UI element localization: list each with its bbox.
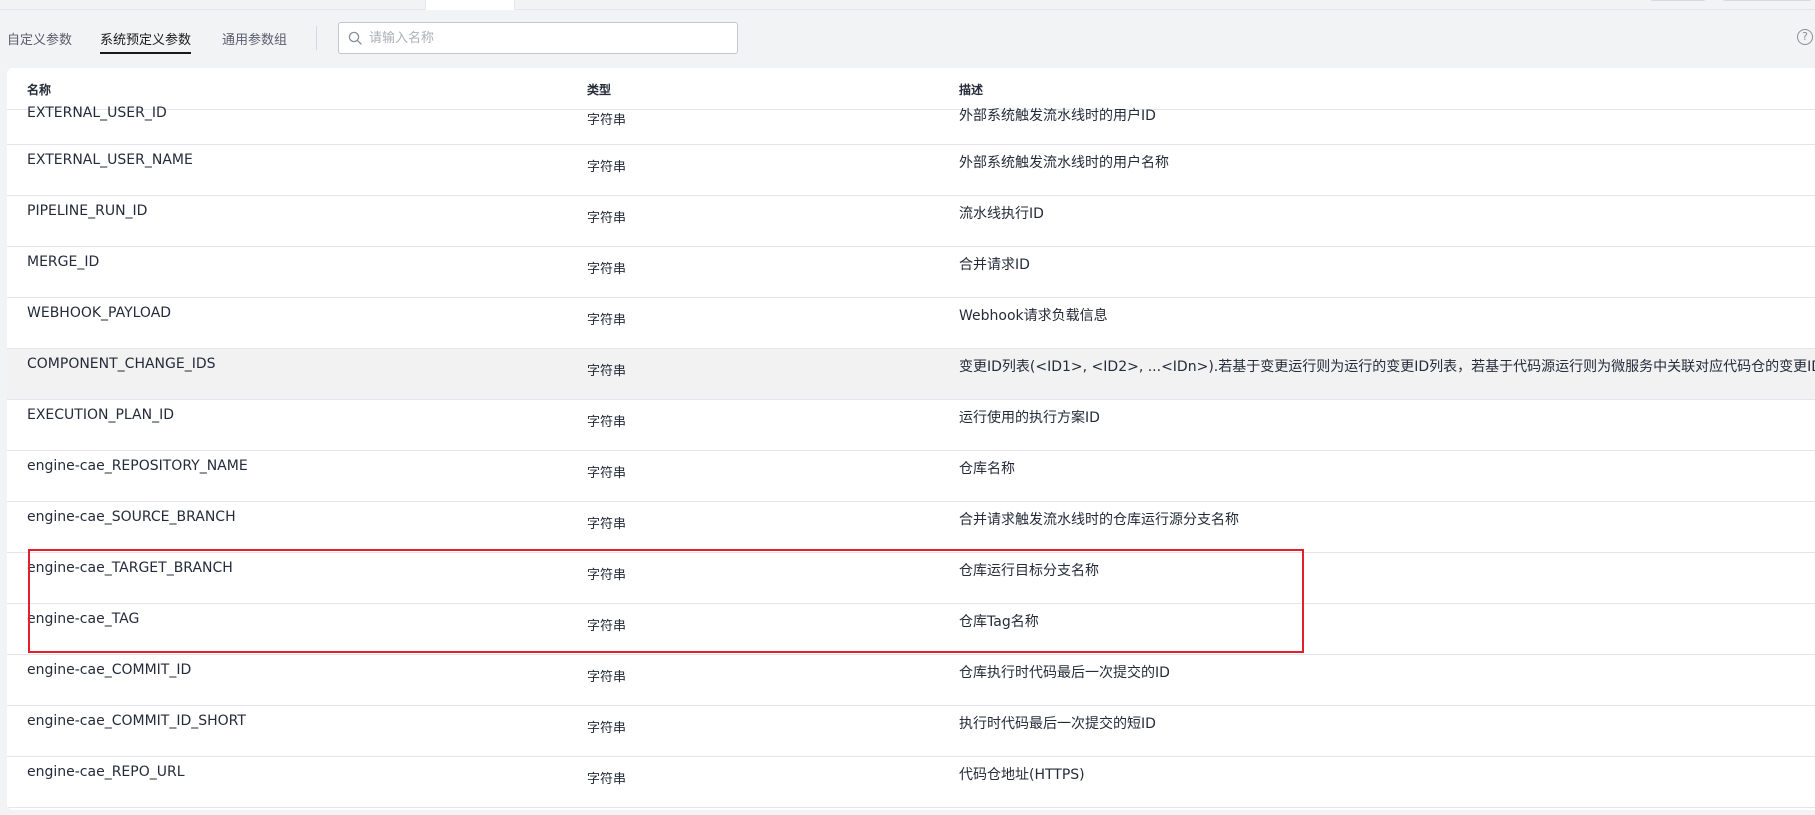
param-description: 仓库执行时代码最后一次提交的ID	[959, 665, 1170, 681]
param-name: engine-cae_COMMIT_ID	[27, 662, 192, 678]
table-header: 名称 类型 描述	[7, 68, 1815, 110]
param-name: WEBHOOK_PAYLOAD	[27, 305, 172, 321]
table-row[interactable]: WEBHOOK_PAYLOAD 字符串 Webhook请求负载信息	[7, 298, 1815, 349]
table-row-hovered[interactable]: COMPONENT_CHANGE_IDS 字符串 变更ID列表(<ID1>, <…	[7, 349, 1815, 400]
param-name: engine-cae_TARGET_BRANCH	[27, 560, 233, 576]
param-type: 字符串	[587, 415, 627, 430]
param-name: engine-cae_REPO_URL	[27, 764, 185, 780]
table-row[interactable]: PIPELINE_RUN_ID 字符串 流水线执行ID	[7, 196, 1815, 247]
table-row[interactable]: engine-cae_REPOSITORY_NAME 字符串 仓库名称	[7, 451, 1815, 502]
table-row[interactable]: engine-cae_SOURCE_BRANCH 字符串 合并请求触发流水线时的…	[7, 502, 1815, 553]
parameter-table: 名称 类型 描述 EXTERNAL_USER_ID 字符串 外部系统触发流水线时…	[7, 68, 1815, 810]
param-type: 字符串	[587, 721, 627, 736]
toolbar-divider	[316, 26, 317, 50]
table-body: EXTERNAL_USER_ID 字符串 外部系统触发流水线时的用户ID EXT…	[7, 105, 1815, 808]
param-description: 仓库运行目标分支名称	[959, 563, 1099, 579]
param-name: engine-cae_SOURCE_BRANCH	[27, 509, 236, 525]
param-type: 字符串	[587, 364, 627, 379]
param-type: 字符串	[587, 466, 627, 481]
param-description: 仓库Tag名称	[959, 614, 1039, 630]
column-header-description: 描述	[959, 83, 984, 97]
param-description: 运行使用的执行方案ID	[959, 410, 1100, 426]
search-input[interactable]	[369, 28, 729, 48]
param-name: engine-cae_COMMIT_ID_SHORT	[27, 713, 246, 729]
parameter-toolbar: 自定义参数 系统预定义参数 通用参数组 ?	[0, 10, 1815, 68]
param-description: 变更ID列表(<ID1>, <ID2>, ...<IDn>).若基于变更运行则为…	[959, 359, 1815, 375]
tab-common-param-groups[interactable]: 通用参数组	[222, 29, 287, 48]
param-name: COMPONENT_CHANGE_IDS	[27, 356, 216, 372]
column-header-type: 类型	[587, 83, 612, 97]
top-action-button[interactable]	[1650, 0, 1706, 1]
param-name: EXECUTION_PLAN_ID	[27, 407, 174, 423]
param-description: 外部系统触发流水线时的用户名称	[959, 155, 1169, 171]
param-name: MERGE_ID	[27, 254, 100, 270]
param-type: 字符串	[587, 772, 627, 787]
column-header-name: 名称	[27, 83, 52, 97]
table-row[interactable]: EXTERNAL_USER_NAME 字符串 外部系统触发流水线时的用户名称	[7, 145, 1815, 196]
param-type: 字符串	[587, 670, 627, 685]
top-tab-strip	[0, 0, 1815, 10]
param-name: engine-cae_TAG	[27, 611, 140, 627]
param-type: 字符串	[587, 160, 627, 175]
param-type: 字符串	[587, 568, 627, 583]
search-box[interactable]	[338, 22, 738, 54]
param-description: 合并请求触发流水线时的仓库运行源分支名称	[959, 512, 1239, 528]
param-name: EXTERNAL_USER_ID	[27, 105, 167, 121]
table-row[interactable]: MERGE_ID 字符串 合并请求ID	[7, 247, 1815, 298]
param-type: 字符串	[587, 211, 627, 226]
table-row[interactable]: EXTERNAL_USER_ID 字符串 外部系统触发流水线时的用户ID	[7, 105, 1815, 145]
param-description: 合并请求ID	[959, 257, 1030, 273]
table-row[interactable]: engine-cae_TAG 字符串 仓库Tag名称	[7, 604, 1815, 655]
param-type: 字符串	[587, 313, 627, 328]
table-row[interactable]: engine-cae_COMMIT_ID_SHORT 字符串 执行时代码最后一次…	[7, 706, 1815, 757]
param-description: 执行时代码最后一次提交的短ID	[959, 716, 1156, 732]
tab-system-params[interactable]: 系统预定义参数	[100, 29, 192, 54]
top-tab-ghost[interactable]	[425, 0, 515, 10]
param-description: 流水线执行ID	[959, 206, 1044, 222]
search-icon	[348, 31, 362, 45]
help-icon[interactable]: ?	[1797, 29, 1813, 45]
param-description: Webhook请求负载信息	[959, 308, 1108, 324]
param-name: EXTERNAL_USER_NAME	[27, 152, 193, 168]
top-action-button-2[interactable]	[1722, 0, 1812, 1]
table-row[interactable]: engine-cae_REPO_URL 字符串 代码仓地址(HTTPS)	[7, 757, 1815, 808]
param-description: 仓库名称	[959, 461, 1015, 477]
param-type: 字符串	[587, 517, 627, 532]
table-row[interactable]: EXECUTION_PLAN_ID 字符串 运行使用的执行方案ID	[7, 400, 1815, 451]
param-type: 字符串	[587, 113, 627, 128]
tab-custom-params[interactable]: 自定义参数	[7, 29, 72, 48]
param-description: 外部系统触发流水线时的用户ID	[959, 108, 1156, 124]
param-name: engine-cae_REPOSITORY_NAME	[27, 458, 248, 474]
table-row[interactable]: engine-cae_TARGET_BRANCH 字符串 仓库运行目标分支名称	[7, 553, 1815, 604]
table-row[interactable]: engine-cae_COMMIT_ID 字符串 仓库执行时代码最后一次提交的I…	[7, 655, 1815, 706]
param-type: 字符串	[587, 262, 627, 277]
param-description: 代码仓地址(HTTPS)	[959, 767, 1085, 783]
param-name: PIPELINE_RUN_ID	[27, 203, 148, 219]
param-type: 字符串	[587, 619, 627, 634]
